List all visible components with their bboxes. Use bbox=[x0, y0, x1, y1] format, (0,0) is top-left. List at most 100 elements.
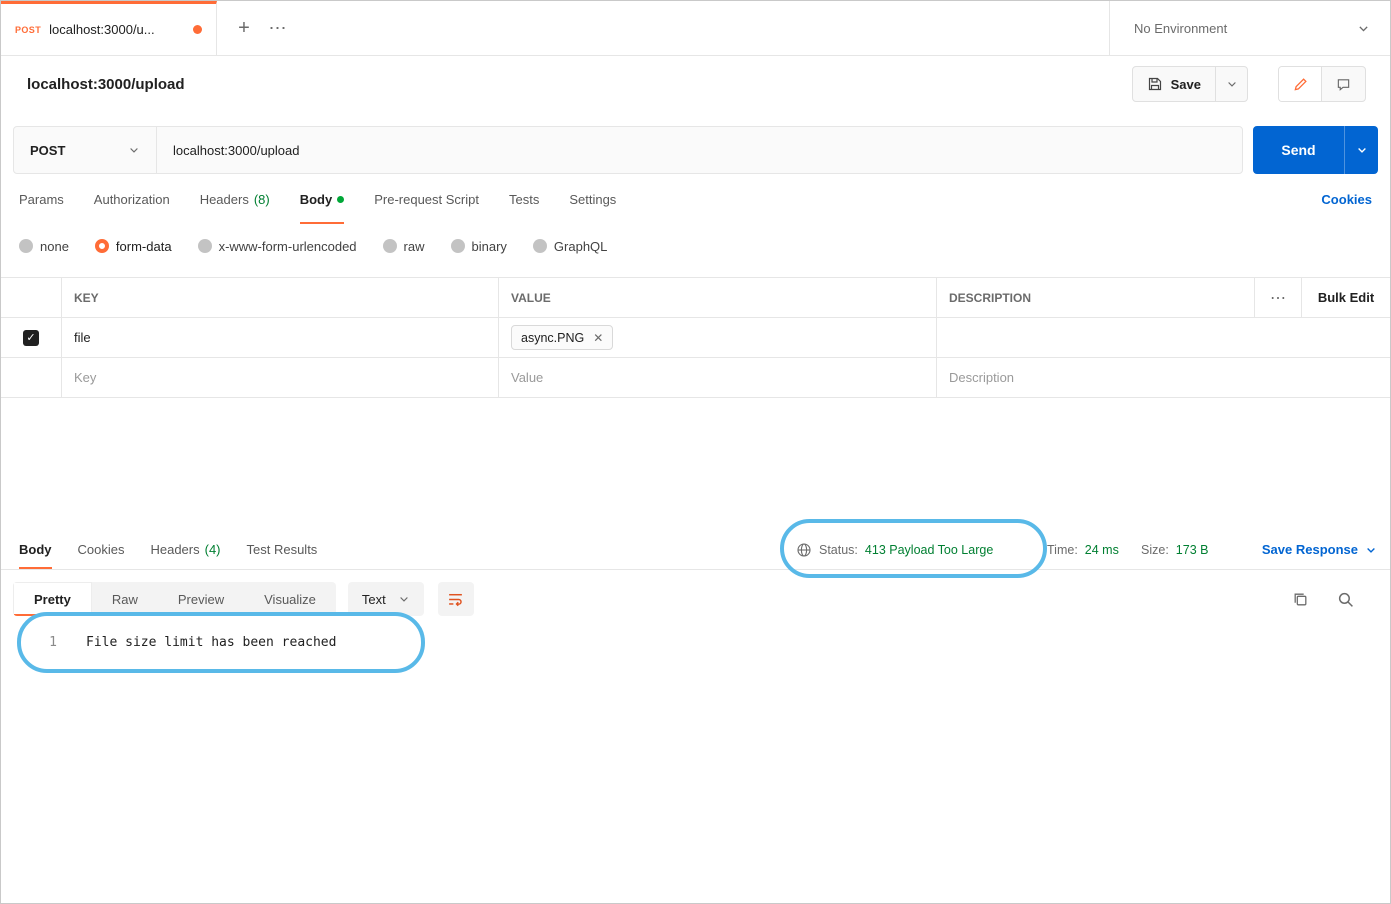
mode-graphql[interactable]: GraphQL bbox=[532, 239, 607, 254]
checkbox-column-header bbox=[1, 278, 61, 317]
response-line: 1 File size limit has been reached bbox=[1, 632, 1390, 654]
send-button[interactable]: Send bbox=[1253, 126, 1344, 174]
status-label: Status: bbox=[819, 542, 858, 557]
save-options-button[interactable] bbox=[1215, 67, 1247, 101]
radio-icon bbox=[450, 239, 465, 253]
size-value: 173 B bbox=[1175, 542, 1209, 557]
side-panel-buttons bbox=[1278, 66, 1366, 102]
form-data-table: KEY VALUE DESCRIPTION ⋯ Bulk Edit ✓ asyn… bbox=[1, 277, 1390, 398]
response-status: Status: 413 Payload Too Large bbox=[796, 530, 993, 569]
method-label: POST bbox=[30, 142, 66, 158]
url-bar: POST bbox=[13, 126, 1243, 174]
mode-none[interactable]: none bbox=[19, 239, 69, 254]
value-cell bbox=[498, 358, 936, 397]
value-input[interactable] bbox=[511, 370, 924, 385]
method-selector[interactable]: POST bbox=[14, 127, 157, 173]
cookies-link[interactable]: Cookies bbox=[1321, 192, 1372, 207]
view-preview[interactable]: Preview bbox=[158, 582, 244, 616]
response-section: Body Cookies Headers (4) Test Results Sta… bbox=[1, 530, 1390, 670]
response-headers-count: (4) bbox=[204, 542, 221, 557]
tab-headers[interactable]: Headers (8) bbox=[200, 174, 270, 224]
status-value: 413 Payload Too Large bbox=[864, 542, 994, 557]
chevron-down-icon bbox=[1365, 544, 1377, 556]
radio-icon bbox=[197, 239, 212, 253]
radio-icon bbox=[382, 239, 397, 253]
response-text: File size limit has been reached bbox=[86, 635, 337, 650]
response-size: Size: 173 B bbox=[1141, 530, 1208, 569]
search-response-button[interactable] bbox=[1337, 591, 1354, 608]
tab-authorization[interactable]: Authorization bbox=[94, 174, 170, 224]
response-tab-body[interactable]: Body bbox=[19, 530, 52, 569]
response-tabs: Body Cookies Headers (4) Test Results bbox=[19, 530, 317, 569]
view-raw[interactable]: Raw bbox=[92, 582, 158, 616]
table-row: ✓ async.PNG ✕ bbox=[1, 318, 1390, 358]
new-tab-button[interactable]: + bbox=[227, 1, 261, 55]
format-selector[interactable]: Text bbox=[347, 582, 424, 616]
save-button[interactable]: Save bbox=[1133, 67, 1215, 101]
key-column-header: KEY bbox=[61, 278, 498, 317]
value-cell: async.PNG ✕ bbox=[498, 318, 936, 357]
search-icon bbox=[1337, 591, 1354, 608]
row-checkbox-checked[interactable]: ✓ bbox=[23, 329, 39, 346]
response-header: Body Cookies Headers (4) Test Results Sta… bbox=[1, 530, 1390, 570]
send-options-button[interactable] bbox=[1344, 126, 1378, 174]
tab-method-label: POST bbox=[15, 24, 42, 35]
description-input[interactable] bbox=[949, 370, 1378, 385]
tab-body[interactable]: Body bbox=[299, 174, 345, 224]
response-body[interactable]: 1 File size limit has been reached bbox=[1, 616, 1390, 670]
row-checkbox-cell bbox=[1, 358, 61, 397]
mode-binary[interactable]: binary bbox=[450, 239, 507, 254]
mode-form-data[interactable]: form-data bbox=[94, 239, 172, 254]
description-cell bbox=[936, 358, 1390, 397]
table-header-row: KEY VALUE DESCRIPTION ⋯ Bulk Edit bbox=[1, 278, 1390, 318]
time-label: Time: bbox=[1047, 542, 1078, 557]
edit-documentation-button[interactable] bbox=[1279, 67, 1322, 101]
response-time: Time: 24 ms bbox=[1047, 530, 1119, 569]
remove-file-icon[interactable]: ✕ bbox=[593, 332, 603, 344]
copy-response-button[interactable] bbox=[1292, 591, 1309, 608]
save-button-group: Save bbox=[1131, 66, 1248, 102]
wrap-text-button[interactable] bbox=[437, 582, 474, 616]
key-input[interactable] bbox=[74, 370, 486, 385]
chevron-down-icon bbox=[1357, 22, 1370, 35]
column-options-icon[interactable]: ⋯ bbox=[1254, 278, 1301, 317]
body-mode-row: none form-data x-www-form-urlencoded raw… bbox=[1, 224, 1390, 268]
chevron-down-icon bbox=[398, 593, 410, 605]
unsaved-changes-dot bbox=[193, 25, 202, 34]
mode-x-www-form-urlencoded[interactable]: x-www-form-urlencoded bbox=[197, 239, 357, 254]
url-input[interactable] bbox=[157, 127, 1242, 173]
radio-selected-icon bbox=[94, 239, 109, 253]
pencil-icon bbox=[1293, 77, 1308, 92]
tab-tests[interactable]: Tests bbox=[509, 174, 539, 224]
wrap-text-icon bbox=[447, 591, 464, 608]
mode-raw[interactable]: raw bbox=[382, 239, 425, 254]
description-input[interactable] bbox=[949, 330, 1378, 345]
key-input[interactable] bbox=[74, 330, 486, 345]
save-response-button[interactable]: Save Response bbox=[1262, 530, 1377, 569]
comments-button[interactable] bbox=[1322, 67, 1365, 101]
radio-icon bbox=[19, 239, 33, 253]
bulk-edit-button[interactable]: Bulk Edit bbox=[1301, 278, 1390, 317]
response-view-switcher: Pretty Raw Preview Visualize bbox=[13, 582, 336, 616]
request-title-row: localhost:3000/upload Save bbox=[1, 56, 1390, 112]
radio-icon bbox=[532, 239, 547, 253]
tab-bar: POST localhost:3000/u... + ⋯ No Environm… bbox=[1, 1, 1390, 56]
tab-params[interactable]: Params bbox=[19, 174, 64, 224]
key-cell bbox=[61, 318, 498, 357]
view-visualize[interactable]: Visualize bbox=[244, 582, 336, 616]
response-toolbar: Pretty Raw Preview Visualize Text bbox=[13, 582, 1376, 616]
response-tab-cookies[interactable]: Cookies bbox=[78, 530, 125, 569]
tab-settings[interactable]: Settings bbox=[569, 174, 616, 224]
response-tab-test-results[interactable]: Test Results bbox=[247, 530, 318, 569]
comment-icon bbox=[1336, 77, 1351, 92]
file-chip-name: async.PNG bbox=[521, 330, 585, 345]
view-pretty[interactable]: Pretty bbox=[13, 582, 92, 616]
request-file-tab[interactable]: POST localhost:3000/u... bbox=[1, 1, 217, 55]
body-has-content-dot bbox=[337, 195, 345, 203]
response-tab-headers[interactable]: Headers (4) bbox=[150, 530, 220, 569]
tab-options-icon[interactable]: ⋯ bbox=[261, 1, 295, 55]
tab-pre-request-script[interactable]: Pre-request Script bbox=[374, 174, 479, 224]
environment-selector[interactable]: No Environment bbox=[1109, 1, 1390, 55]
request-title: localhost:3000/upload bbox=[27, 75, 185, 93]
description-column-header: DESCRIPTION bbox=[936, 278, 1254, 317]
